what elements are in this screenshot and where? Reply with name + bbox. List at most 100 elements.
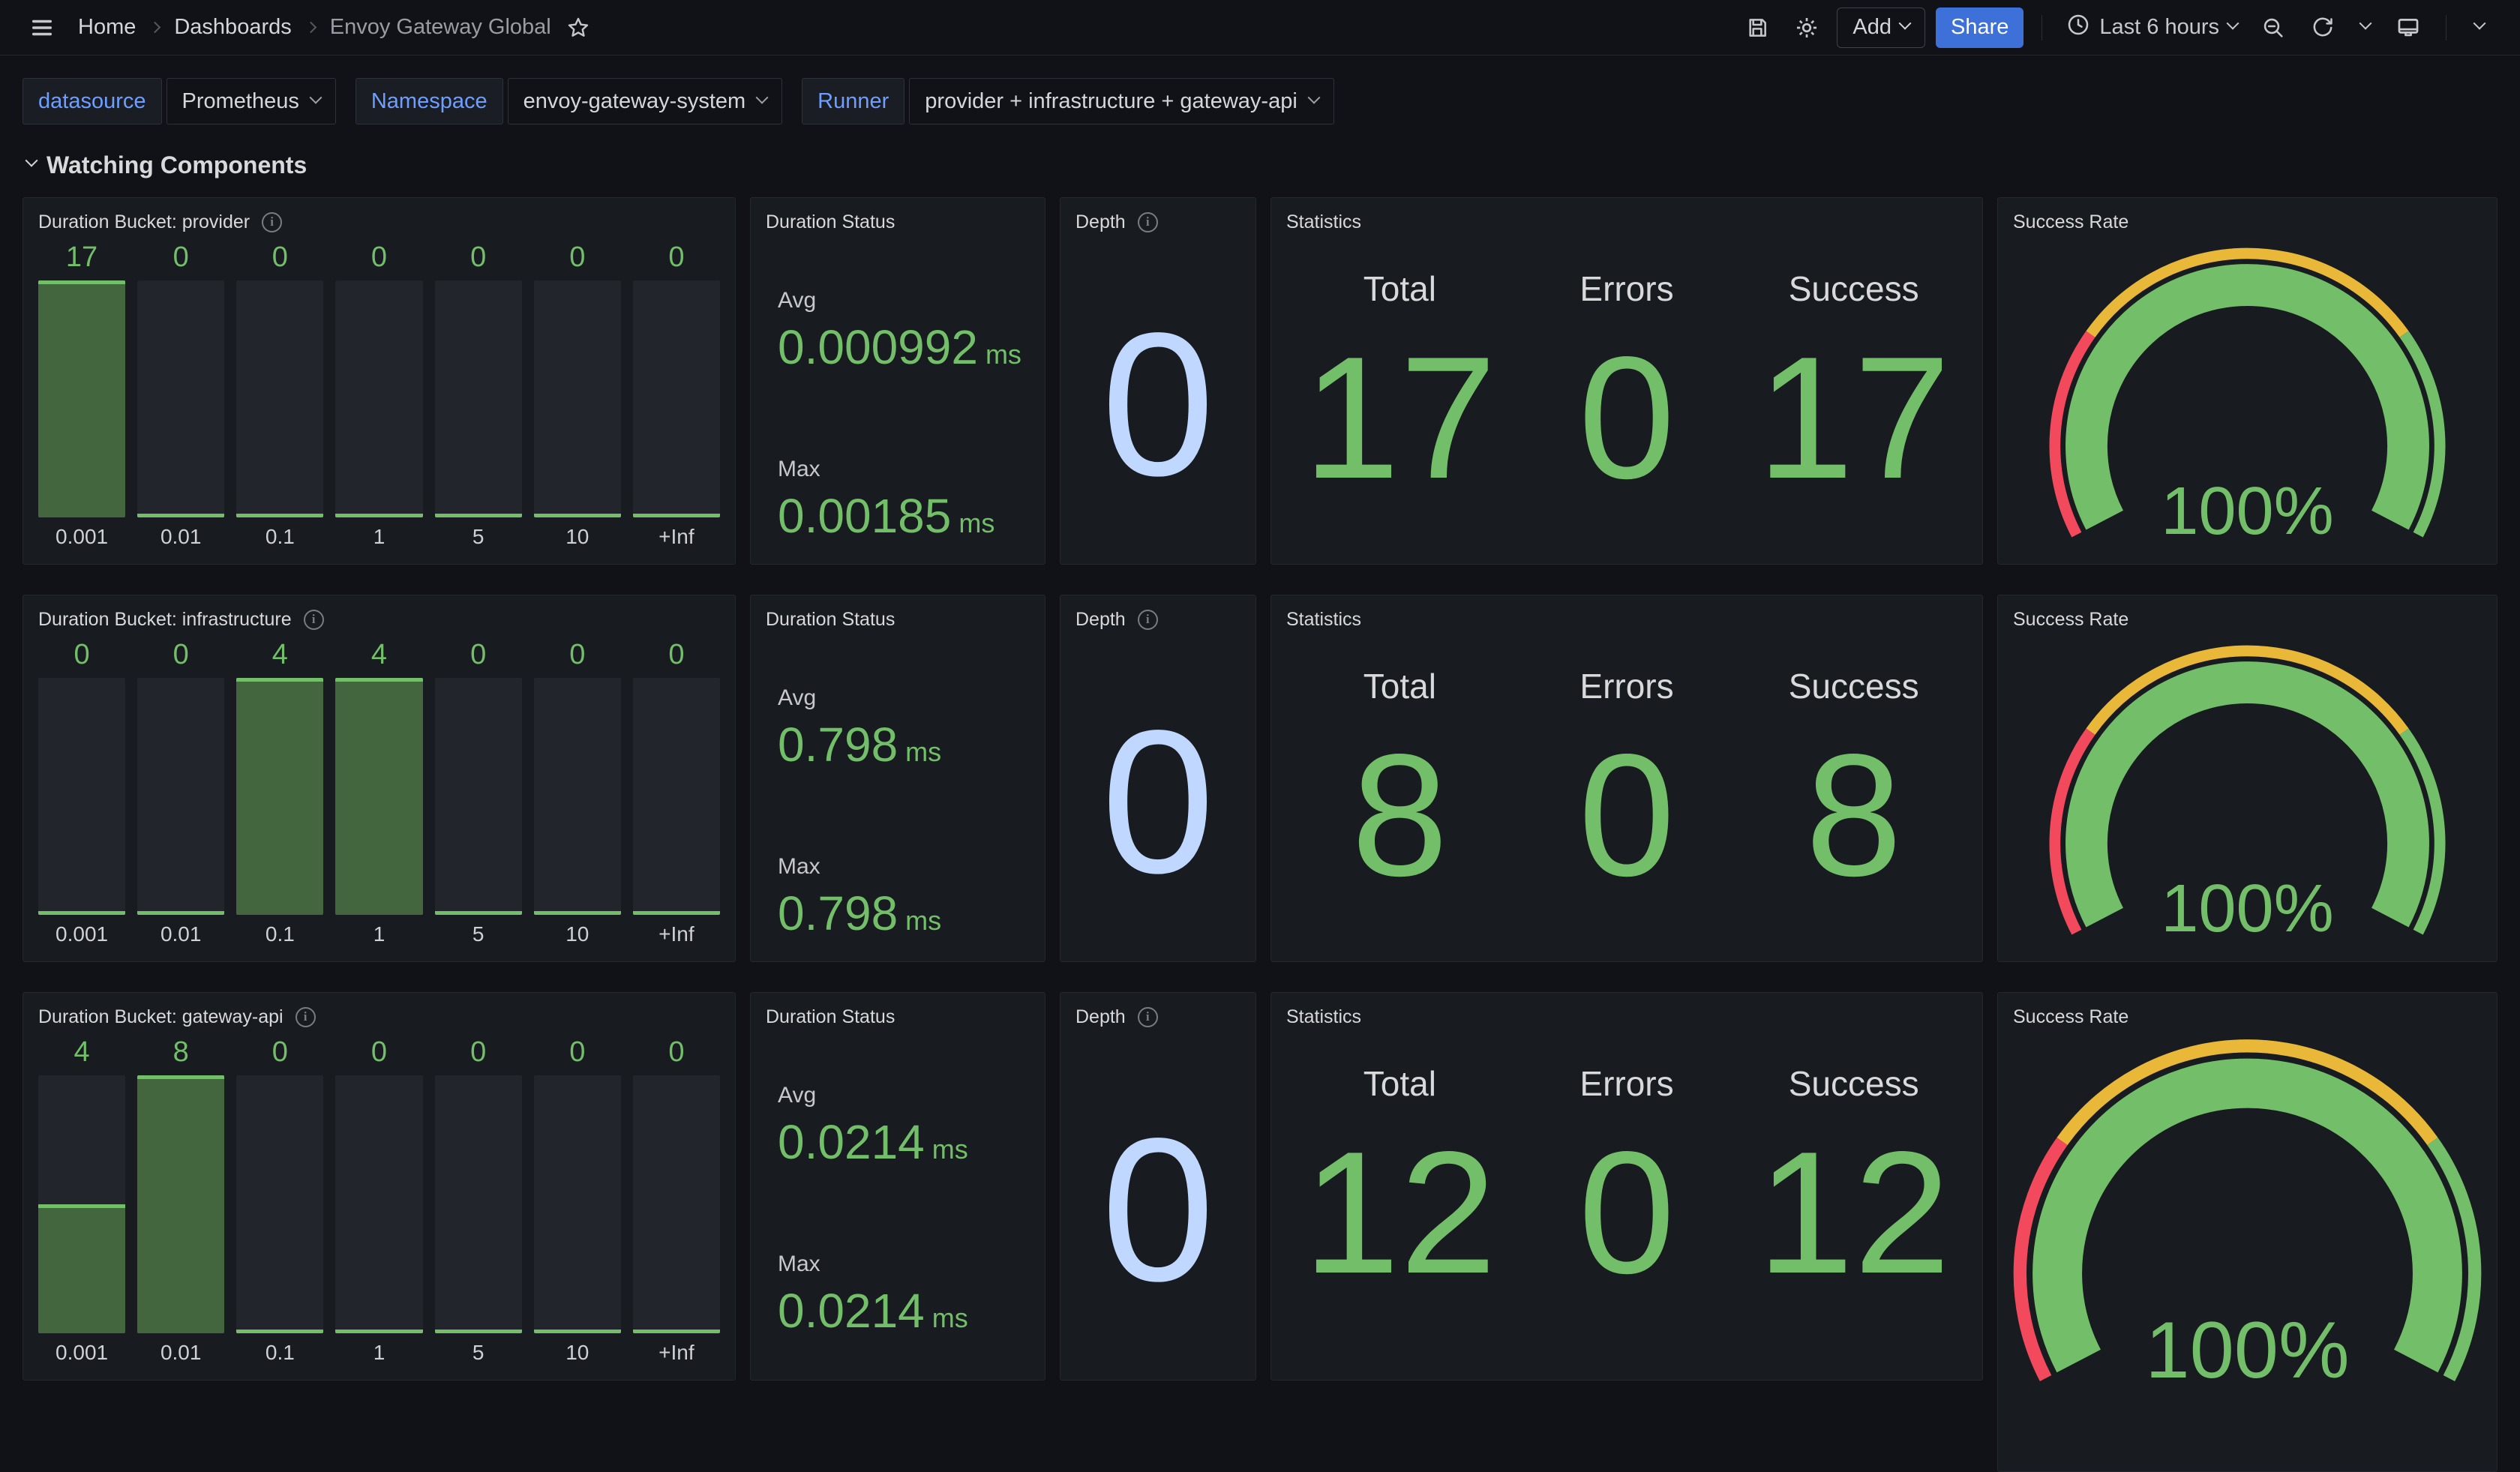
panel-duration-status-gateway-api[interactable]: Duration Status Avg 0.0214 ms Max 0.0214… bbox=[750, 992, 1046, 1381]
bucket-bar-track bbox=[38, 678, 125, 915]
bucket-bar-value: 0 bbox=[236, 240, 323, 274]
time-range-label: Last 6 hours bbox=[2099, 15, 2219, 40]
bucket-bar-label: 1 bbox=[335, 1333, 422, 1369]
zoom-out-time-button[interactable] bbox=[2254, 8, 2293, 47]
save-dashboard-button[interactable] bbox=[1738, 8, 1777, 47]
chevron-down-icon bbox=[756, 91, 769, 104]
menu-button[interactable] bbox=[22, 8, 62, 47]
stat-value: 12 bbox=[1757, 1126, 1951, 1300]
bucket-bar: 40.001 bbox=[38, 1035, 125, 1369]
clock-icon bbox=[2066, 13, 2090, 43]
panel-title: Statistics bbox=[1286, 211, 1361, 233]
panel-success-rate-provider[interactable]: Success Rate 100% bbox=[1997, 197, 2498, 565]
max-stat: Max 0.00185 ms bbox=[778, 457, 994, 544]
max-unit: ms bbox=[905, 905, 941, 937]
success-rate-gauge: 100% bbox=[2013, 235, 2482, 553]
bucket-bar-fill bbox=[236, 1330, 323, 1333]
bucket-bar-value: 8 bbox=[137, 1035, 224, 1069]
bucket-bar: 00.1 bbox=[236, 1035, 323, 1369]
statistics-body: Total 8 Errors 0 Success 8 bbox=[1286, 633, 1967, 951]
bucket-bar-track bbox=[38, 1075, 125, 1333]
panel-success-rate-gateway-api[interactable]: Success Rate 100% bbox=[1997, 992, 2498, 1472]
breadcrumb-home[interactable]: Home bbox=[78, 15, 136, 40]
panel-title: Success Rate bbox=[2013, 1006, 2128, 1028]
chevron-down-icon bbox=[309, 91, 322, 104]
breadcrumb-separator-icon bbox=[304, 22, 316, 34]
info-icon[interactable] bbox=[296, 1007, 316, 1027]
panel-title: Duration Status bbox=[766, 609, 895, 631]
bucket-bar: 41 bbox=[335, 637, 422, 951]
zoom-out-icon bbox=[2261, 16, 2285, 40]
chevron-down-icon bbox=[2360, 17, 2372, 30]
panel-header: Depth bbox=[1076, 208, 1240, 235]
panel-duration-bucket-provider[interactable]: Duration Bucket: provider 170.00100.0100… bbox=[22, 197, 736, 565]
bucket-bar: 05 bbox=[435, 1035, 522, 1369]
bucket-bar-fill bbox=[38, 911, 125, 915]
bucket-bar-chart: 00.00100.0140.141050100+Inf bbox=[38, 637, 720, 951]
refresh-dashboard-button[interactable] bbox=[2303, 8, 2342, 47]
gauge-value-text: 100% bbox=[2161, 871, 2333, 946]
variable-datasource-label[interactable]: datasource bbox=[22, 78, 162, 124]
info-icon[interactable] bbox=[262, 212, 282, 232]
variable-runner: Runner provider + infrastructure + gatew… bbox=[802, 78, 1334, 124]
favorite-star-button[interactable] bbox=[559, 8, 598, 47]
panel-header: Statistics bbox=[1286, 1003, 1967, 1030]
panel-duration-status-infrastructure[interactable]: Duration Status Avg 0.798 ms Max 0.798 m… bbox=[750, 595, 1046, 962]
max-label: Max bbox=[778, 854, 941, 880]
panel-statistics-infrastructure[interactable]: Statistics Total 8 Errors 0 Success 8 bbox=[1270, 595, 1983, 962]
gauge-body: 100% bbox=[2013, 1030, 2482, 1461]
stat-success: Success 17 bbox=[1740, 235, 1967, 553]
info-icon[interactable] bbox=[1138, 610, 1158, 630]
panel-depth-provider[interactable]: Depth 0 bbox=[1060, 197, 1256, 565]
time-range-picker[interactable]: Last 6 hours bbox=[2060, 7, 2243, 48]
panel-duration-bucket-infrastructure[interactable]: Duration Bucket: infrastructure 00.001 00… bbox=[22, 595, 736, 962]
bucket-bar-fill bbox=[236, 514, 323, 517]
info-icon[interactable] bbox=[1138, 1007, 1158, 1027]
topbar-actions: Add Share Last 6 hours bbox=[1738, 7, 2494, 48]
panel-header: Duration Bucket: infrastructure bbox=[38, 606, 720, 633]
bucket-bar: 00.001 bbox=[38, 637, 125, 951]
bucket-bar: 010 bbox=[534, 637, 621, 951]
kiosk-mode-button[interactable] bbox=[2389, 8, 2428, 47]
refresh-interval-dropdown[interactable] bbox=[2353, 8, 2378, 47]
variable-namespace-label[interactable]: Namespace bbox=[356, 78, 503, 124]
panel-row-provider: Duration Bucket: provider 170.00100.0100… bbox=[22, 197, 2498, 565]
bucket-bar-label: +Inf bbox=[633, 915, 720, 951]
variable-datasource-value[interactable]: Prometheus bbox=[166, 78, 336, 124]
variable-namespace-value[interactable]: envoy-gateway-system bbox=[508, 78, 783, 124]
variable-runner-value[interactable]: provider + infrastructure + gateway-api bbox=[909, 78, 1334, 124]
bucket-bar-fill bbox=[435, 514, 522, 517]
breadcrumb-separator-icon bbox=[149, 22, 161, 34]
section-title: Watching Components bbox=[46, 151, 307, 179]
panel-header: Success Rate bbox=[2013, 208, 2482, 235]
bucket-bar-value: 0 bbox=[633, 637, 720, 672]
add-button[interactable]: Add bbox=[1837, 7, 1925, 48]
info-icon[interactable] bbox=[304, 610, 324, 630]
bucket-bar-label: 0.001 bbox=[38, 1333, 125, 1369]
variable-datasource: datasource Prometheus bbox=[22, 78, 336, 124]
bucket-bar-track bbox=[335, 678, 422, 915]
duration-status-body: Avg 0.000992 ms Max 0.00185 ms bbox=[766, 235, 1030, 553]
depth-value: 0 bbox=[1076, 1030, 1240, 1369]
panel-depth-gateway-api[interactable]: Depth 0 bbox=[1060, 992, 1256, 1381]
breadcrumb-dashboards[interactable]: Dashboards bbox=[174, 15, 291, 40]
panel-success-rate-infrastructure[interactable]: Success Rate 100% bbox=[1997, 595, 2498, 962]
bucket-bar-track bbox=[335, 280, 422, 517]
panel-depth-infrastructure[interactable]: Depth 0 bbox=[1060, 595, 1256, 962]
stat-value: 0 bbox=[1578, 1126, 1675, 1300]
bucket-bar-track bbox=[236, 1075, 323, 1333]
bucket-bar-label: 1 bbox=[335, 915, 422, 951]
gauge-body: 100% bbox=[2013, 633, 2482, 951]
info-icon[interactable] bbox=[1138, 212, 1158, 232]
panel-statistics-provider[interactable]: Statistics Total 17 Errors 0 Success 17 bbox=[1270, 197, 1983, 565]
panel-duration-status-provider[interactable]: Duration Status Avg 0.000992 ms Max 0.00… bbox=[750, 197, 1046, 565]
dashboard-settings-button[interactable] bbox=[1787, 8, 1826, 47]
panel-statistics-gateway-api[interactable]: Statistics Total 12 Errors 0 Success 12 bbox=[1270, 992, 1983, 1381]
avg-unit: ms bbox=[932, 1134, 968, 1165]
collapse-topbar-button[interactable] bbox=[2464, 8, 2494, 47]
row-watching-components[interactable]: Watching Components bbox=[27, 151, 2520, 178]
share-button[interactable]: Share bbox=[1936, 7, 2024, 48]
panel-duration-bucket-gateway-api[interactable]: Duration Bucket: gateway-api 40.00180.01… bbox=[22, 992, 736, 1381]
variable-runner-label[interactable]: Runner bbox=[802, 78, 904, 124]
stat-errors: Errors 0 bbox=[1514, 633, 1741, 951]
